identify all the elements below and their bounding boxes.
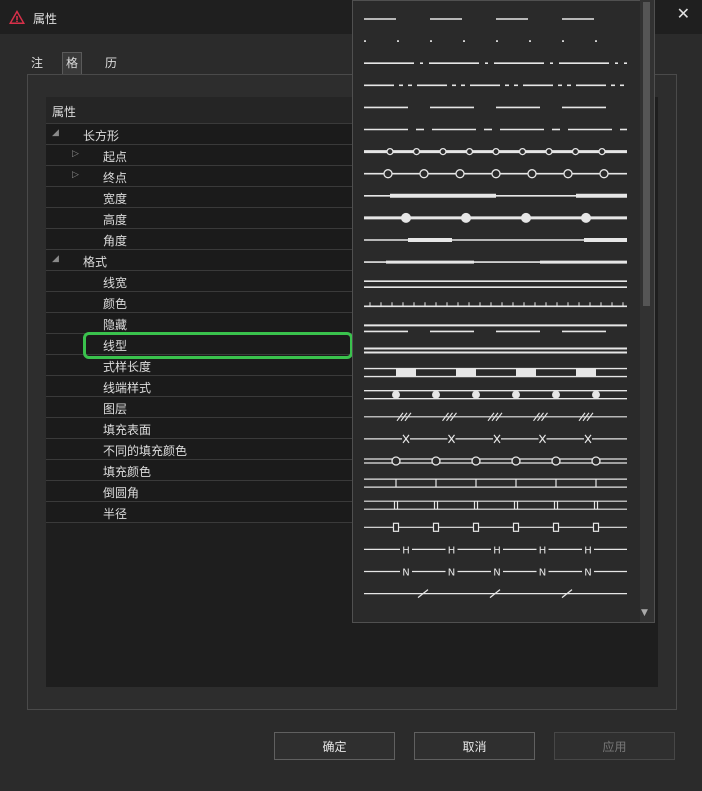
linetype-option[interactable]: [364, 589, 627, 599]
property-label: 填充表面: [103, 423, 152, 437]
property-row[interactable]: 线端样式: [46, 376, 352, 397]
property-row[interactable]: 隐藏: [46, 313, 352, 334]
linetype-option[interactable]: [364, 433, 627, 444]
linetype-option[interactable]: [364, 347, 627, 354]
scroll-down-icon[interactable]: ▼: [641, 608, 648, 618]
property-row[interactable]: 填充表面: [46, 418, 352, 439]
property-row[interactable]: 颜色: [46, 292, 352, 313]
property-label: 半径: [103, 507, 128, 521]
property-row[interactable]: ◢ 格式: [46, 250, 352, 271]
property-label: 图层: [103, 402, 128, 416]
window-title: 属性: [33, 12, 58, 26]
property-label: 式样长度: [103, 360, 152, 374]
collapse-icon[interactable]: ◢: [52, 254, 59, 264]
property-label: 长方形: [83, 129, 120, 143]
cancel-button[interactable]: 取消: [414, 732, 535, 760]
property-row[interactable]: 角度: [46, 229, 352, 250]
linetype-option[interactable]: [364, 456, 627, 466]
linetype-option[interactable]: [364, 302, 627, 308]
linetype-list[interactable]: H H H H H N N N N N: [353, 1, 653, 622]
svg-text:H: H: [448, 545, 456, 556]
property-row[interactable]: 宽度: [46, 187, 352, 208]
property-grid-header: 属性: [46, 97, 352, 124]
linetype-option[interactable]: [364, 478, 627, 488]
expand-icon[interactable]: ▷: [72, 149, 79, 159]
property-label: 颜色: [103, 297, 128, 311]
property-label: 角度: [103, 234, 128, 248]
linetype-option[interactable]: [364, 169, 627, 179]
svg-text:H: H: [493, 545, 501, 556]
linetype-option[interactable]: [364, 500, 627, 510]
svg-text:H: H: [584, 545, 592, 556]
linetype-dropdown[interactable]: H H H H H N N N N N: [352, 0, 655, 623]
tab-format[interactable]: 格式: [62, 52, 83, 91]
linetype-option[interactable]: [364, 367, 627, 378]
svg-text:H: H: [539, 545, 547, 556]
property-header-label: 属性: [52, 105, 77, 119]
close-icon[interactable]: ✕: [677, 4, 690, 23]
linetype-option[interactable]: NNNNN: [364, 565, 627, 579]
ok-button[interactable]: 确定: [274, 732, 395, 760]
property-label: 高度: [103, 213, 128, 227]
linetype-option[interactable]: [364, 324, 627, 333]
property-label: 不同的填充颜色: [103, 444, 188, 458]
svg-text:N: N: [402, 568, 409, 579]
scrollbar-thumb[interactable]: [643, 2, 650, 306]
property-label: 宽度: [103, 192, 128, 206]
linetype-option[interactable]: [364, 280, 627, 289]
property-row[interactable]: ▷ 起点: [46, 145, 352, 166]
property-label: 倒圆角: [103, 486, 140, 500]
property-row[interactable]: 填充颜色: [46, 460, 352, 481]
highlight-box: [83, 332, 353, 359]
linetype-option[interactable]: HHHHH: [364, 543, 627, 556]
property-row[interactable]: 高度: [46, 208, 352, 229]
property-row[interactable]: 线宽: [46, 271, 352, 292]
property-label: 隐藏: [103, 318, 128, 332]
property-row[interactable]: ◢ 长方形: [46, 124, 352, 145]
svg-text:N: N: [448, 568, 455, 579]
property-row[interactable]: ▷ 终点: [46, 166, 352, 187]
property-label: 线端样式: [103, 381, 152, 395]
linetype-option[interactable]: [364, 147, 627, 156]
property-row[interactable]: 图层: [46, 397, 352, 418]
warning-icon: [9, 10, 25, 24]
property-label: 格式: [83, 255, 108, 269]
property-label: 终点: [103, 171, 128, 185]
apply-button[interactable]: 应用: [554, 732, 675, 760]
expand-icon[interactable]: ▷: [72, 170, 79, 180]
svg-text:N: N: [584, 568, 591, 579]
linetype-option[interactable]: [364, 522, 627, 532]
property-label: 起点: [103, 150, 128, 164]
tab-history[interactable]: 历史记录: [101, 52, 121, 133]
linetype-option[interactable]: [364, 390, 627, 400]
property-label: 填充颜色: [103, 465, 152, 479]
linetype-option[interactable]: [364, 412, 627, 422]
collapse-icon[interactable]: ◢: [52, 128, 59, 138]
property-row[interactable]: 不同的填充颜色: [46, 439, 352, 460]
property-row[interactable]: 半径: [46, 502, 352, 523]
linetype-option[interactable]: [364, 212, 627, 223]
property-row[interactable]: 倒圆角: [46, 481, 352, 502]
tab-annotation[interactable]: 注释: [27, 52, 47, 91]
svg-text:N: N: [539, 568, 546, 579]
svg-text:N: N: [493, 568, 500, 579]
svg-text:H: H: [402, 545, 410, 556]
property-label: 线宽: [103, 276, 128, 290]
